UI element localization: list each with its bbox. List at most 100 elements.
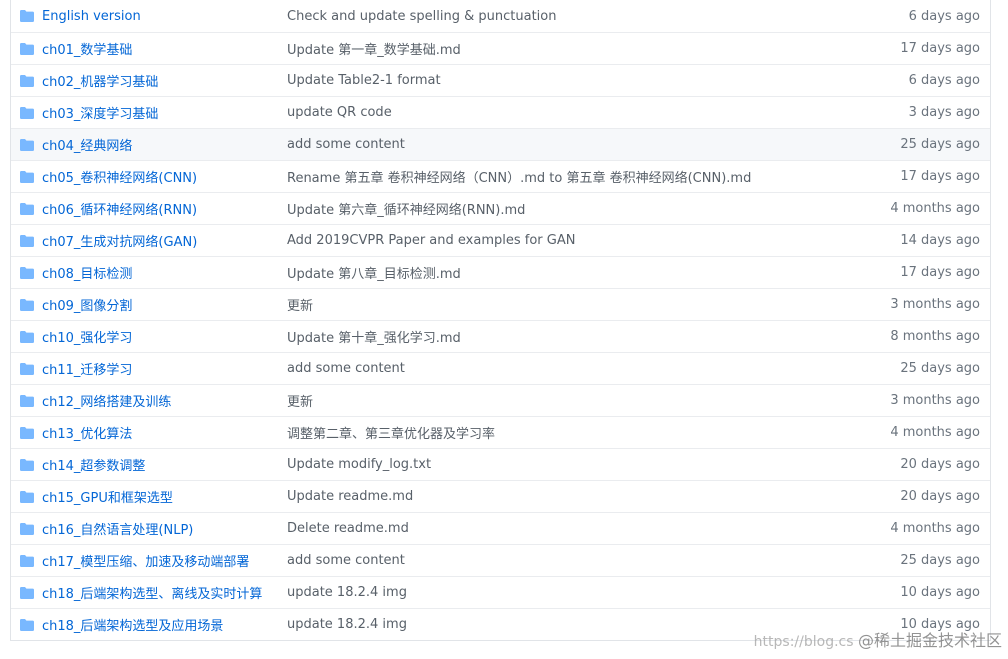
- commit-age: 17 days ago: [900, 169, 980, 184]
- commit-message-link[interactable]: Update modify_log.txt: [286, 457, 840, 472]
- commit-message-link[interactable]: Update 第六章_循环神经网络(RNN).md: [286, 199, 840, 218]
- commit-message-link[interactable]: Check and update spelling & punctuation: [286, 9, 840, 24]
- commit-age: 6 days ago: [908, 8, 980, 24]
- file-name-link[interactable]: ch18_后端架构选型、离线及实时计算: [42, 583, 286, 602]
- watermark: https://blog.cs @稀土掘金技术社区: [754, 627, 1002, 651]
- file-row[interactable]: ch03_深度学习基础 update QR code 3 days ago: [11, 96, 990, 128]
- folder-icon: [11, 458, 42, 471]
- commit-age: 20 days ago: [900, 489, 980, 504]
- commit-message-link[interactable]: Update Table2-1 format: [286, 73, 840, 88]
- file-row[interactable]: ch16_自然语言处理(NLP) Delete readme.md 4 months…: [11, 512, 990, 544]
- file-row[interactable]: ch08_目标检测 Update 第八章_目标检测.md 17 days ago: [11, 256, 990, 288]
- folder-icon: [11, 426, 42, 439]
- file-row[interactable]: ch11_迁移学习 add some content 25 days ago: [11, 352, 990, 384]
- commit-age: 6 days ago: [908, 73, 980, 88]
- commit-message-link[interactable]: 更新: [286, 391, 840, 410]
- folder-icon: [11, 202, 42, 215]
- file-name-link[interactable]: English version: [42, 9, 286, 24]
- file-name-link[interactable]: ch16_自然语言处理(NLP): [42, 519, 286, 538]
- folder-icon: [11, 490, 42, 503]
- folder-icon: [11, 586, 42, 599]
- file-name-link[interactable]: ch11_迁移学习: [42, 359, 286, 378]
- file-row[interactable]: ch12_网络搭建及训练 更新 3 months ago: [11, 384, 990, 416]
- file-row[interactable]: ch15_GPU和框架选型 Update readme.md 20 days ago: [11, 480, 990, 512]
- commit-age: 10 days ago: [900, 585, 980, 600]
- commit-message-link[interactable]: Update readme.md: [286, 489, 840, 504]
- commit-message-link[interactable]: add some content: [286, 361, 840, 376]
- file-row[interactable]: ch13_优化算法 调整第二章、第三章优化器及学习率 4 months ago: [11, 416, 990, 448]
- file-name-link[interactable]: ch10_强化学习: [42, 327, 286, 346]
- folder-icon: [11, 266, 42, 279]
- commit-age: 17 days ago: [900, 41, 980, 56]
- commit-message-link[interactable]: Update 第一章_数学基础.md: [286, 39, 840, 58]
- file-name-link[interactable]: ch01_数学基础: [42, 39, 286, 58]
- file-name-link[interactable]: ch03_深度学习基础: [42, 103, 286, 122]
- file-row[interactable]: ch02_机器学习基础 Update Table2-1 format 6 days …: [11, 64, 990, 96]
- file-name-link[interactable]: ch07_生成对抗网络(GAN): [42, 231, 286, 250]
- file-name-link[interactable]: ch13_优化算法: [42, 423, 286, 442]
- commit-age: 3 months ago: [890, 393, 980, 408]
- file-name-link[interactable]: ch02_机器学习基础: [42, 71, 286, 90]
- commit-message-link[interactable]: add some content: [286, 553, 840, 568]
- file-row[interactable]: ch07_生成对抗网络(GAN) Add 2019CVPR Paper and e…: [11, 224, 990, 256]
- file-row[interactable]: ch10_强化学习 Update 第十章_强化学习.md 8 months ago: [11, 320, 990, 352]
- folder-icon: [11, 42, 42, 55]
- file-name-link[interactable]: ch09_图像分割: [42, 295, 286, 314]
- folder-icon: [11, 170, 42, 183]
- file-row[interactable]: ch05_卷积神经网络(CNN) Rename 第五章 卷积神经网络（CNN）.m…: [11, 160, 990, 192]
- folder-icon: [11, 106, 42, 119]
- commit-message-link[interactable]: update 18.2.4 img: [286, 585, 840, 600]
- commit-age: 14 days ago: [900, 233, 980, 248]
- file-row[interactable]: ch17_模型压缩、加速及移动端部署 add some content 25 day…: [11, 544, 990, 576]
- folder-icon: [11, 618, 42, 631]
- commit-message-link[interactable]: 更新: [286, 295, 840, 314]
- commit-age: 8 months ago: [890, 329, 980, 344]
- file-name-link[interactable]: ch15_GPU和框架选型: [42, 487, 286, 506]
- commit-age: 4 months ago: [890, 425, 980, 440]
- commit-message-link[interactable]: Add 2019CVPR Paper and examples for GAN: [286, 233, 840, 248]
- folder-icon: [11, 394, 42, 407]
- commit-message-link[interactable]: add some content: [286, 137, 840, 152]
- commit-age: 25 days ago: [900, 361, 980, 376]
- folder-icon: [11, 74, 42, 87]
- commit-age: 4 months ago: [890, 521, 980, 536]
- commit-age: 3 months ago: [890, 297, 980, 312]
- file-name-link[interactable]: ch18_后端架构选型及应用场景: [42, 615, 286, 634]
- file-row[interactable]: ch14_超参数调整 Update modify_log.txt 20 days a…: [11, 448, 990, 480]
- file-name-link[interactable]: ch06_循环神经网络(RNN): [42, 199, 286, 218]
- commit-message-link[interactable]: Update 第八章_目标检测.md: [286, 263, 840, 282]
- commit-age: 25 days ago: [900, 553, 980, 568]
- commit-age: 20 days ago: [900, 457, 980, 472]
- file-name-link[interactable]: ch05_卷积神经网络(CNN): [42, 167, 286, 186]
- commit-age: 25 days ago: [900, 137, 980, 152]
- folder-icon: [11, 298, 42, 311]
- folder-icon: [11, 138, 42, 151]
- file-row[interactable]: ch18_后端架构选型、离线及实时计算 update 18.2.4 img 10 d…: [11, 576, 990, 608]
- file-name-link[interactable]: ch04_经典网络: [42, 135, 286, 154]
- file-name-link[interactable]: ch12_网络搭建及训练: [42, 391, 286, 410]
- commit-message-link[interactable]: update QR code: [286, 105, 840, 120]
- file-row[interactable]: English version Check and update spelling…: [11, 0, 990, 32]
- file-name-link[interactable]: ch17_模型压缩、加速及移动端部署: [42, 551, 286, 570]
- commit-age: 3 days ago: [908, 105, 980, 120]
- folder-icon: [11, 234, 42, 247]
- folder-icon: [11, 330, 42, 343]
- commit-age: 4 months ago: [890, 201, 980, 216]
- file-name-link[interactable]: ch08_目标检测: [42, 263, 286, 282]
- file-row[interactable]: ch09_图像分割 更新 3 months ago: [11, 288, 990, 320]
- watermark-url: https://blog.cs: [753, 634, 854, 650]
- commit-age: 17 days ago: [900, 265, 980, 280]
- folder-icon: [11, 362, 42, 375]
- folder-icon: [11, 522, 42, 535]
- commit-message-link[interactable]: Rename 第五章 卷积神经网络（CNN）.md to 第五章 卷积神经网络(…: [286, 167, 840, 186]
- commit-message-link[interactable]: Delete readme.md: [286, 521, 840, 536]
- file-row[interactable]: ch06_循环神经网络(RNN) Update 第六章_循环神经网络(RNN).m…: [11, 192, 990, 224]
- watermark-label: @稀土掘金技术社区: [857, 631, 1002, 650]
- file-row[interactable]: ch04_经典网络 add some content 25 days ago: [11, 128, 990, 160]
- commit-message-link[interactable]: 调整第二章、第三章优化器及学习率: [286, 423, 840, 442]
- file-list-table: English version Check and update spelling…: [10, 0, 991, 641]
- commit-message-link[interactable]: Update 第十章_强化学习.md: [286, 327, 840, 346]
- file-name-link[interactable]: ch14_超参数调整: [42, 455, 286, 474]
- folder-icon: [11, 554, 42, 567]
- file-row[interactable]: ch01_数学基础 Update 第一章_数学基础.md 17 days ago: [11, 32, 990, 64]
